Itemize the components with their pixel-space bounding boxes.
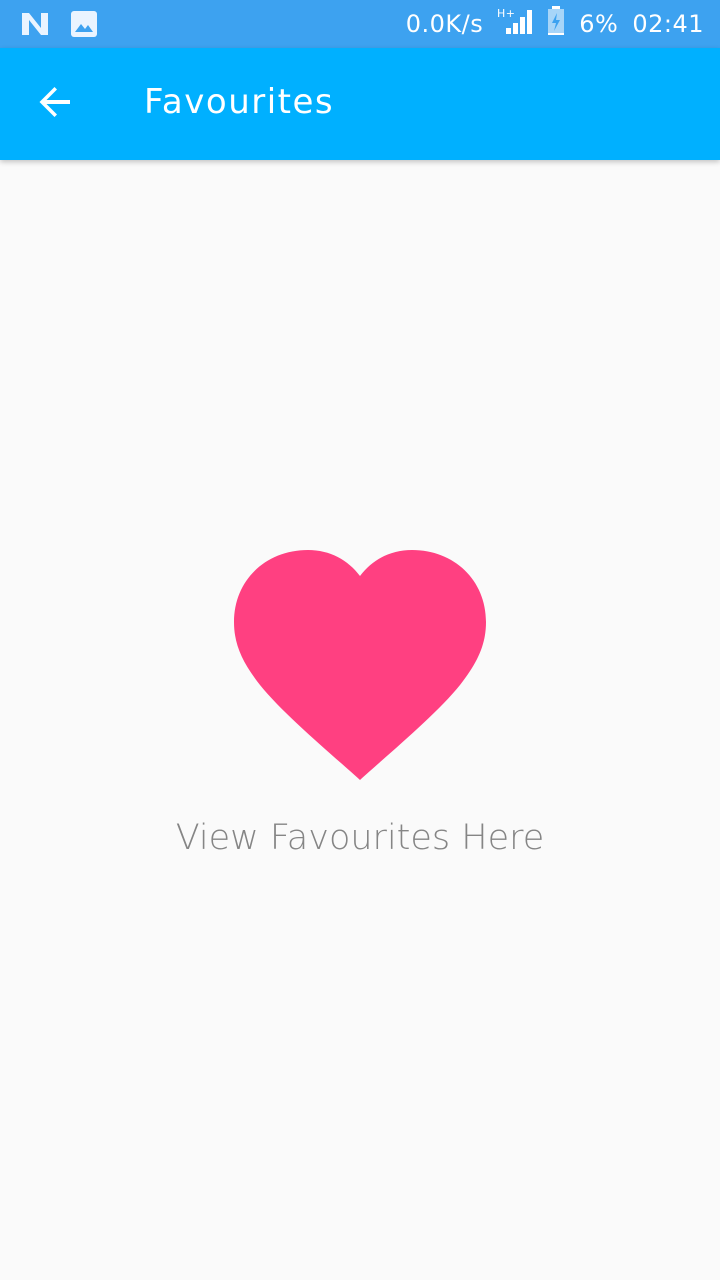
status-right: 0.0K/s H+ 6% 02:41 xyxy=(406,0,704,48)
svg-text:H+: H+ xyxy=(497,7,516,20)
heart-icon xyxy=(224,540,496,790)
status-bar: 0.0K/s H+ 6% 02:41 xyxy=(0,0,720,48)
hplus-signal-icon: H+ xyxy=(497,6,533,42)
status-time: 02:41 xyxy=(632,10,704,38)
network-speed: 0.0K/s xyxy=(405,10,484,38)
page-title: Favourites xyxy=(144,82,335,122)
image-notification-icon xyxy=(70,10,98,42)
empty-state: View Favourites Here xyxy=(0,540,720,900)
n-notification-icon xyxy=(20,10,50,42)
empty-state-message: View Favourites Here xyxy=(175,818,545,858)
notification-icons xyxy=(20,10,98,42)
back-button[interactable] xyxy=(28,76,84,132)
battery-charging-icon xyxy=(547,6,565,42)
arrow-back-icon xyxy=(38,84,74,124)
app-bar: Favourites xyxy=(0,48,720,160)
battery-percent: 6% xyxy=(579,10,619,38)
